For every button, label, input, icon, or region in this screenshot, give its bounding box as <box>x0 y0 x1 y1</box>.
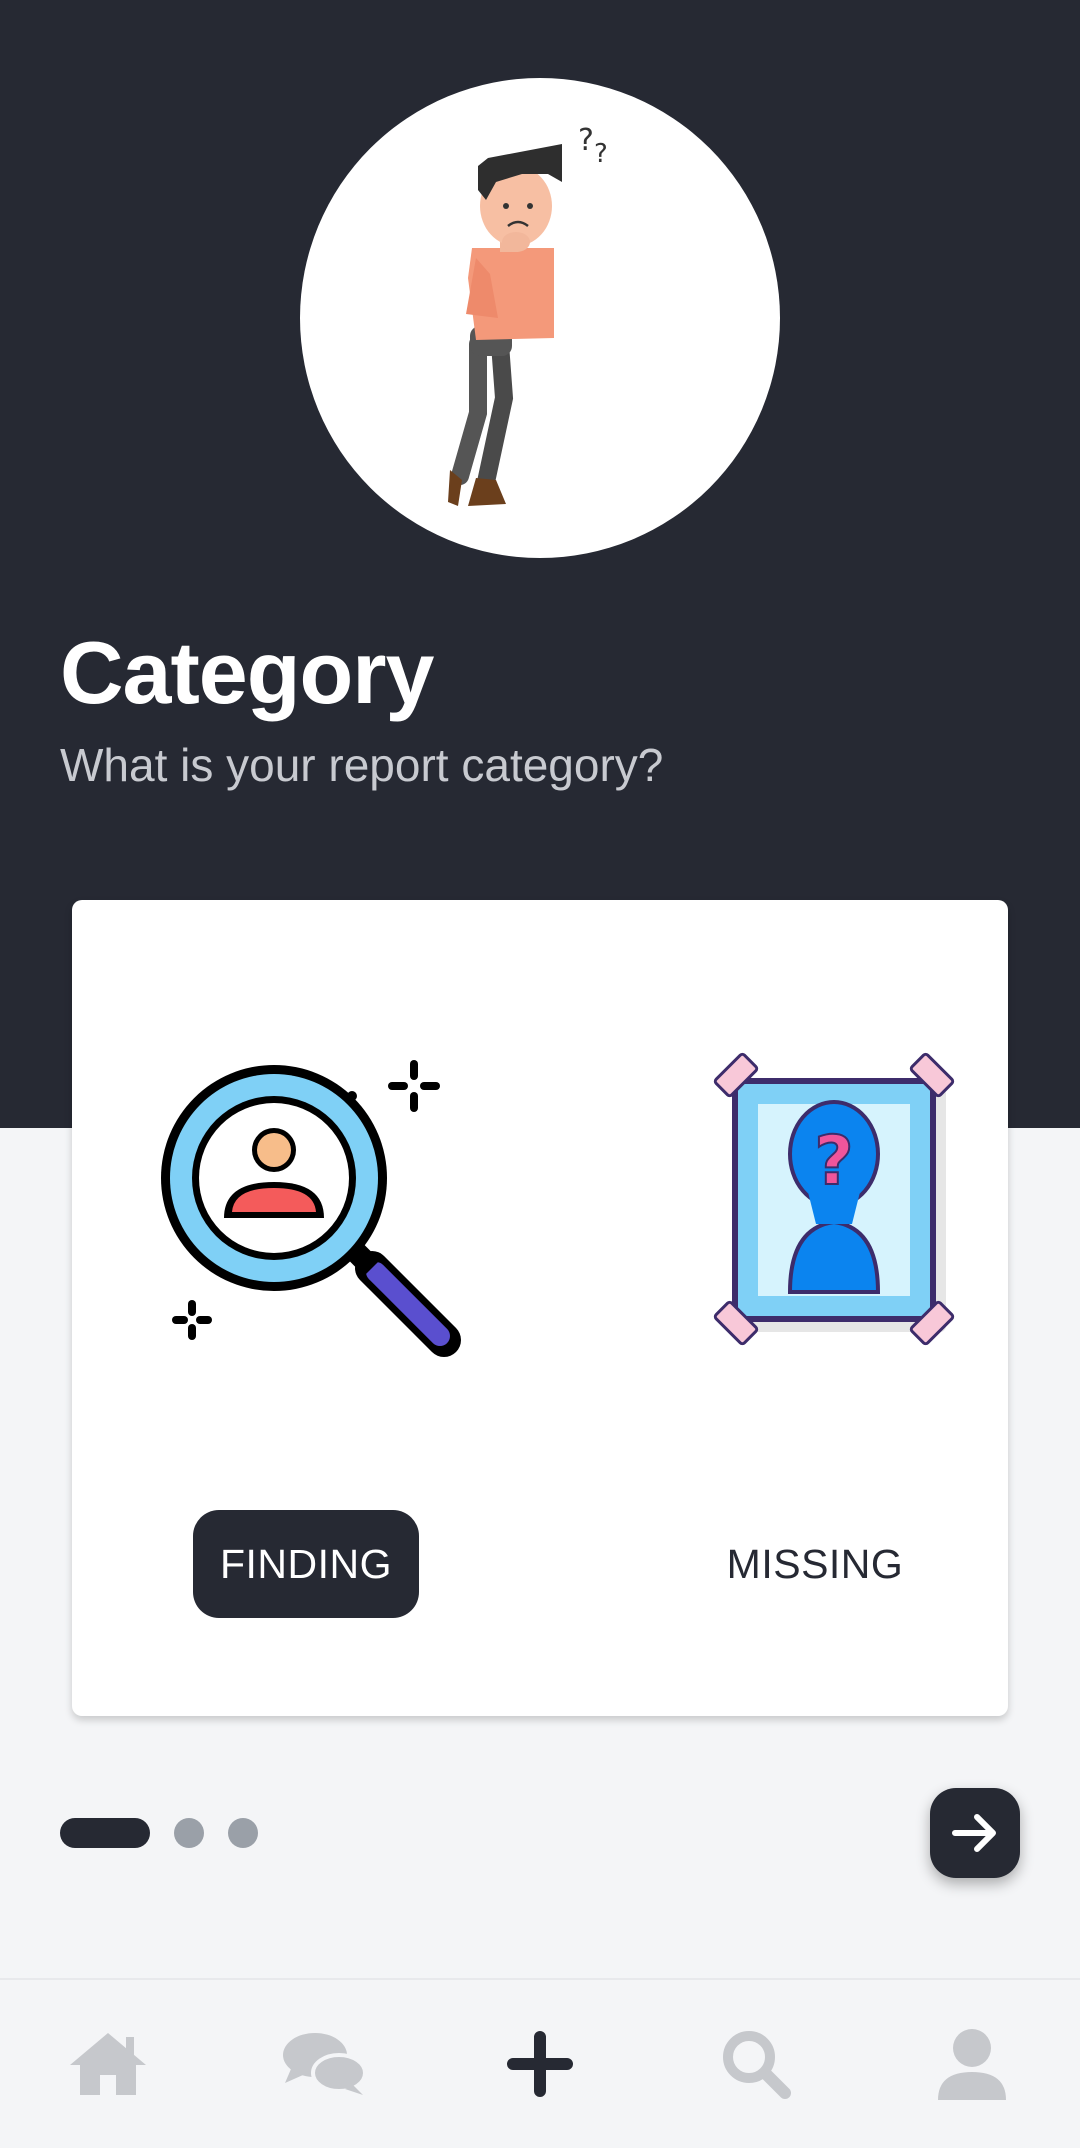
nav-search[interactable] <box>696 2009 816 2119</box>
finding-button[interactable]: FINDING <box>193 1510 419 1618</box>
plus-icon <box>507 2031 573 2097</box>
option-missing[interactable]: ? MISSING <box>540 900 1008 1716</box>
nav-chat[interactable] <box>264 2009 384 2119</box>
page-dot-active <box>60 1818 150 1848</box>
hero-illustration: ? ? <box>300 78 780 558</box>
nav-home[interactable] <box>48 2009 168 2119</box>
svg-text:?: ? <box>578 123 594 158</box>
page-indicator <box>60 1818 282 1848</box>
profile-icon <box>938 2029 1006 2100</box>
page-title: Category <box>60 623 434 722</box>
missing-button[interactable]: MISSING <box>700 1510 930 1618</box>
next-button[interactable] <box>930 1788 1020 1878</box>
arrow-right-icon <box>952 1814 996 1852</box>
bottom-navigation <box>0 1978 1080 2148</box>
magnifier-person-icon <box>161 1060 461 1357</box>
report-category-screen: ? ? Category What is your report categor… <box>0 0 1080 2148</box>
search-icon <box>723 2031 791 2099</box>
svg-text:?: ? <box>814 1122 853 1201</box>
page-subtitle: What is your report category? <box>60 739 664 791</box>
home-icon <box>70 2033 146 2095</box>
page-dot <box>174 1818 204 1848</box>
category-card: FINDING ? MISSING <box>72 900 1008 1716</box>
nav-add[interactable] <box>480 2009 600 2119</box>
svg-text:?: ? <box>594 139 608 169</box>
thinking-man-icon: ? ? <box>448 123 608 506</box>
missing-poster-icon: ? <box>713 1052 955 1346</box>
option-finding[interactable]: FINDING <box>72 900 540 1716</box>
page-dot <box>228 1818 258 1848</box>
nav-profile[interactable] <box>912 2009 1032 2119</box>
chat-icon <box>283 2033 367 2095</box>
